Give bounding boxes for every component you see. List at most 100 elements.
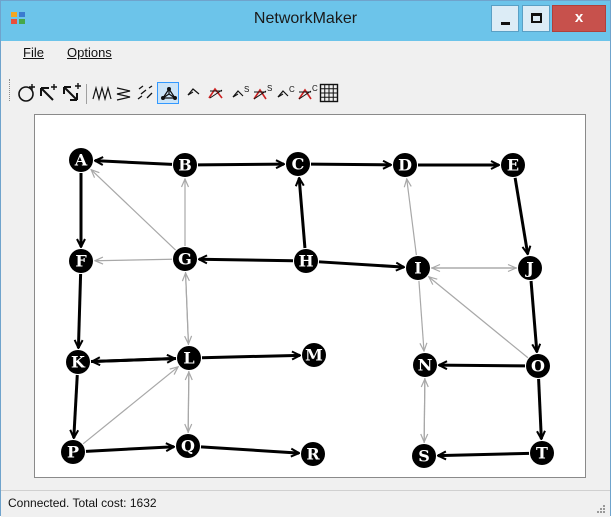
maximize-button[interactable] bbox=[522, 5, 550, 32]
svg-text:C: C bbox=[289, 85, 295, 94]
maximize-icon bbox=[531, 13, 542, 23]
red-path-s-icon: S bbox=[253, 84, 272, 100]
scatter-tool[interactable] bbox=[135, 82, 157, 104]
node-label: A bbox=[74, 151, 88, 170]
bold-link-B-A bbox=[95, 161, 173, 165]
node-S[interactable]: S bbox=[412, 444, 436, 468]
stacked-zigzag-tool[interactable] bbox=[113, 82, 135, 104]
node-label: N bbox=[418, 356, 433, 375]
bold-link-H-I bbox=[318, 260, 404, 267]
node-label: I bbox=[414, 259, 421, 278]
node-L[interactable]: L bbox=[177, 346, 201, 370]
node-I[interactable]: I bbox=[406, 256, 430, 280]
app-window: NetworkMaker x File Options S S C C A B … bbox=[0, 0, 611, 517]
bold-link-O-N bbox=[439, 365, 526, 366]
node-C[interactable]: C bbox=[286, 152, 310, 176]
node-N[interactable]: N bbox=[413, 353, 437, 377]
node-T[interactable]: T bbox=[530, 441, 554, 465]
light-link-P-L bbox=[82, 367, 178, 445]
node-label: Q bbox=[181, 437, 195, 456]
network-graph: A B C D E F G H I J K L M N O P Q R S T bbox=[61, 148, 554, 468]
path-tool[interactable] bbox=[183, 82, 205, 104]
close-icon: x bbox=[574, 9, 584, 26]
node-label: O bbox=[531, 357, 545, 376]
bold-link-B-C bbox=[197, 164, 284, 165]
node-Q[interactable]: Q bbox=[176, 434, 200, 458]
bold-link-H-C bbox=[299, 178, 307, 249]
node-F[interactable]: F bbox=[69, 249, 93, 273]
add-link-tool[interactable] bbox=[38, 82, 60, 104]
path-s-tool[interactable]: S bbox=[229, 82, 251, 104]
bold-link-F-K bbox=[78, 273, 80, 348]
bold-link-P-Q bbox=[85, 447, 174, 453]
zigzag-icon bbox=[92, 85, 112, 102]
light-link-O-I bbox=[429, 277, 529, 359]
red-path-c-icon: C bbox=[298, 84, 318, 100]
light-link-G-A bbox=[91, 170, 176, 251]
node-label: R bbox=[306, 445, 320, 464]
node-D[interactable]: D bbox=[393, 153, 417, 177]
node-J[interactable]: J bbox=[518, 256, 542, 280]
network-canvas[interactable]: A B C D E F G H I J K L M N O P Q R S T bbox=[34, 114, 586, 478]
bold-link-C-D bbox=[310, 164, 391, 165]
red-path-c-tool[interactable]: C bbox=[296, 82, 318, 104]
node-R[interactable]: R bbox=[301, 442, 325, 466]
menu-options[interactable]: Options bbox=[67, 45, 112, 60]
light-link-I-D bbox=[407, 179, 417, 256]
add-link-icon bbox=[40, 84, 57, 101]
red-path-icon bbox=[208, 87, 223, 99]
node-G[interactable]: G bbox=[173, 247, 197, 271]
network-icon bbox=[161, 87, 177, 100]
red-path-s-tool[interactable]: S bbox=[251, 82, 273, 104]
light-link-G-L bbox=[186, 271, 189, 344]
node-H[interactable]: H bbox=[294, 249, 318, 273]
stacked-zigzag-icon bbox=[116, 87, 131, 101]
node-K[interactable]: K bbox=[66, 350, 90, 374]
node-O[interactable]: O bbox=[526, 354, 550, 378]
bold-link-L-M bbox=[201, 355, 300, 357]
grid-tool[interactable] bbox=[318, 82, 340, 104]
path-icon bbox=[187, 88, 200, 96]
red-path-tool[interactable] bbox=[205, 82, 227, 104]
node-label: S bbox=[418, 447, 430, 466]
add-node-tool[interactable] bbox=[16, 82, 38, 104]
node-label: D bbox=[398, 156, 412, 175]
bold-link-J-O bbox=[529, 280, 537, 352]
node-P[interactable]: P bbox=[61, 440, 85, 464]
close-button[interactable]: x bbox=[552, 5, 606, 32]
light-link-S-N bbox=[424, 379, 425, 444]
add-two-way-link-tool[interactable] bbox=[61, 82, 83, 104]
toolbar-separator bbox=[86, 84, 87, 104]
zigzag-tool[interactable] bbox=[91, 82, 113, 104]
add-node-icon bbox=[18, 84, 35, 102]
status-bar: Connected. Total cost: 1632 bbox=[1, 490, 610, 517]
grid-icon bbox=[319, 83, 339, 103]
node-label: C bbox=[292, 155, 305, 174]
bold-link-Q-R bbox=[200, 445, 299, 453]
bold-link-O-T bbox=[539, 378, 542, 439]
node-label: J bbox=[524, 259, 534, 278]
title-bar[interactable]: NetworkMaker x bbox=[1, 1, 610, 41]
node-label: B bbox=[178, 156, 192, 175]
node-M[interactable]: M bbox=[302, 343, 326, 367]
path-s-icon: S bbox=[232, 85, 249, 98]
path-c-tool[interactable]: C bbox=[274, 82, 296, 104]
light-link-G-F bbox=[95, 259, 173, 260]
bold-link-H-G bbox=[199, 259, 294, 261]
node-B[interactable]: B bbox=[173, 153, 197, 177]
add-two-way-link-icon bbox=[63, 83, 81, 101]
node-E[interactable]: E bbox=[501, 153, 525, 177]
node-A[interactable]: A bbox=[69, 148, 93, 172]
menu-file[interactable]: File bbox=[23, 45, 44, 60]
toolbar-grip[interactable] bbox=[9, 79, 12, 101]
node-label: H bbox=[298, 252, 313, 271]
network-tool[interactable] bbox=[157, 82, 179, 104]
path-c-icon: C bbox=[277, 85, 295, 98]
node-label: T bbox=[536, 444, 548, 463]
minimize-button[interactable] bbox=[491, 5, 519, 32]
resize-grip-icon[interactable] bbox=[596, 504, 606, 514]
node-label: F bbox=[75, 252, 87, 271]
svg-text:S: S bbox=[267, 84, 272, 93]
node-label: P bbox=[67, 443, 79, 462]
minimize-icon bbox=[501, 22, 510, 25]
